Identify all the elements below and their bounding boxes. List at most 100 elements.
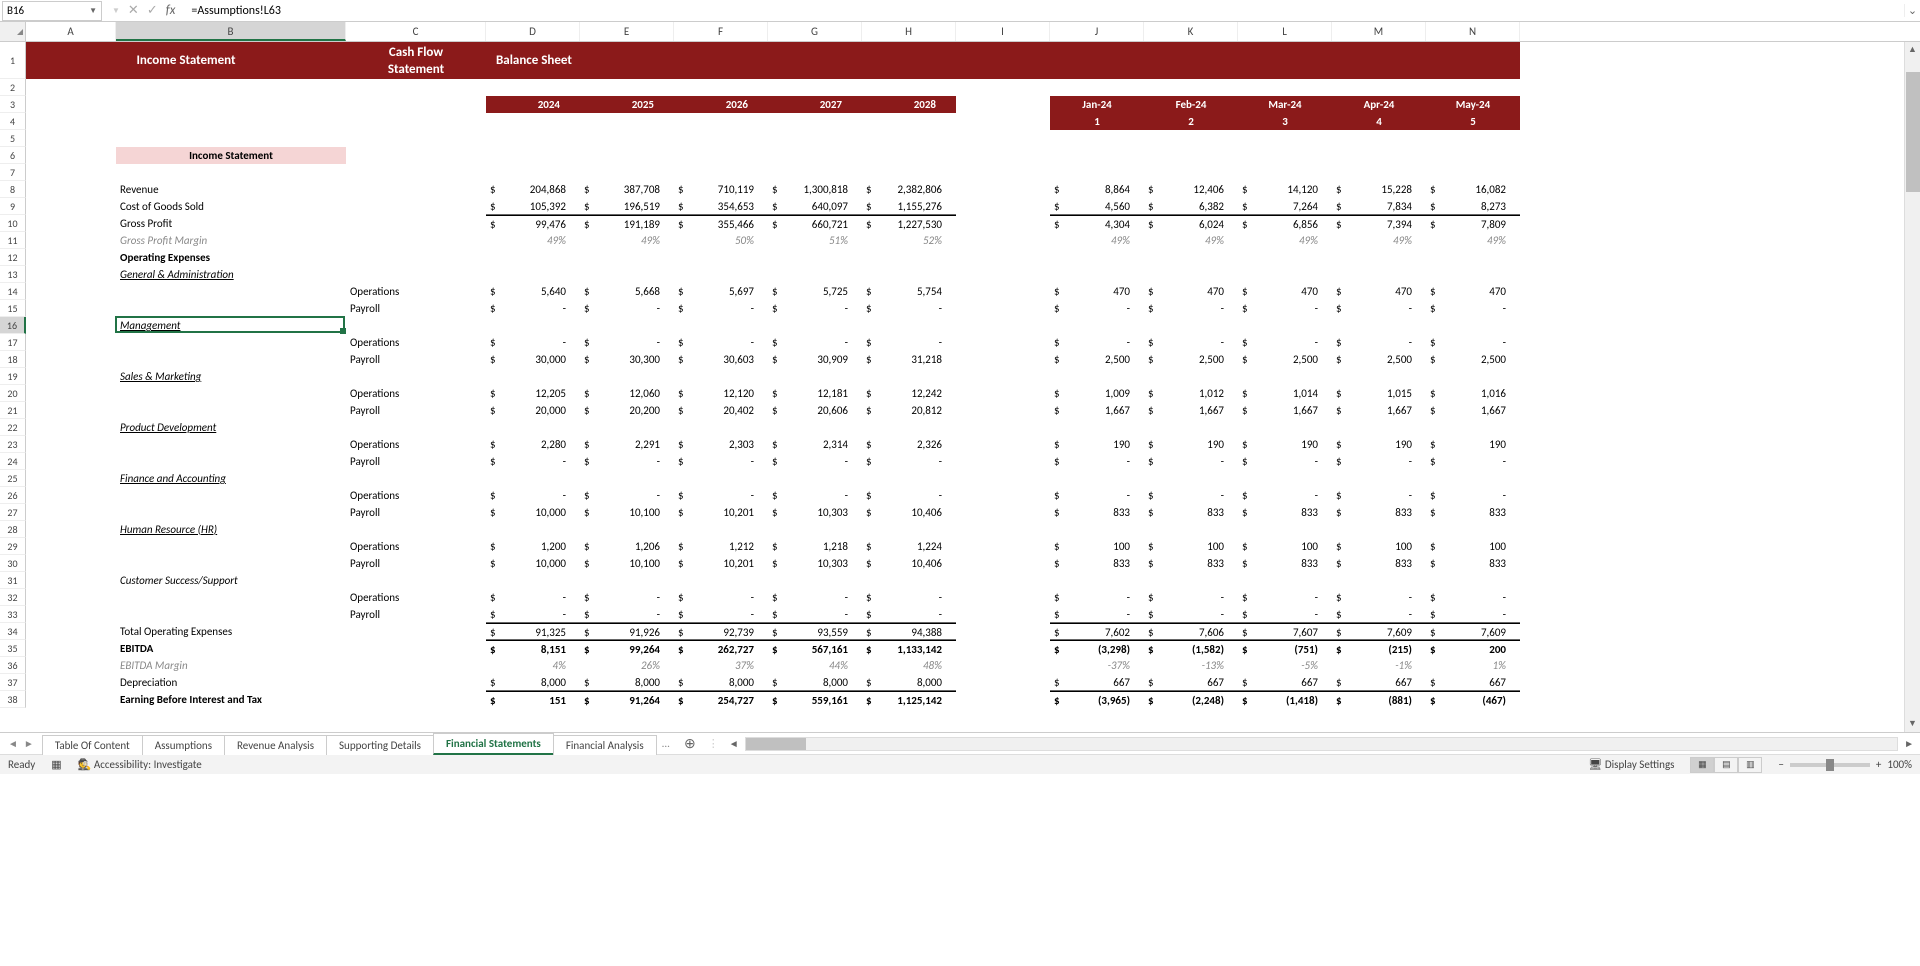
value[interactable]: - bbox=[486, 300, 580, 317]
sheet-nav-next-icon[interactable]: ► bbox=[24, 737, 34, 750]
value[interactable]: - bbox=[1238, 334, 1332, 351]
value[interactable]: - bbox=[1144, 589, 1238, 606]
value[interactable]: 10,100 bbox=[580, 555, 674, 572]
value[interactable]: 8,864 bbox=[1050, 181, 1144, 198]
value[interactable]: 1,015 bbox=[1332, 385, 1426, 402]
value[interactable]: 1,667 bbox=[1426, 402, 1520, 419]
value[interactable]: - bbox=[1238, 589, 1332, 606]
value[interactable]: - bbox=[768, 334, 862, 351]
value[interactable]: - bbox=[580, 606, 674, 623]
value[interactable]: - bbox=[1332, 300, 1426, 317]
hscroll-track[interactable] bbox=[745, 737, 1898, 751]
value[interactable]: 190 bbox=[1238, 436, 1332, 453]
value[interactable]: 20,402 bbox=[674, 402, 768, 419]
value[interactable]: 1,667 bbox=[1050, 402, 1144, 419]
row-header-23[interactable]: 23 bbox=[0, 436, 26, 453]
value[interactable]: - bbox=[1332, 606, 1426, 623]
value[interactable]: - bbox=[580, 589, 674, 606]
value[interactable]: - bbox=[1144, 334, 1238, 351]
value[interactable]: 1,133,142 bbox=[862, 640, 956, 657]
value[interactable]: 8,000 bbox=[768, 674, 862, 691]
value[interactable]: - bbox=[768, 606, 862, 623]
value[interactable]: 1,009 bbox=[1050, 385, 1144, 402]
value[interactable]: 5,697 bbox=[674, 283, 768, 300]
value[interactable]: 49% bbox=[580, 232, 674, 249]
accessibility-status[interactable]: 🕵 Accessibility: Investigate bbox=[78, 758, 202, 771]
row-label[interactable]: Operations bbox=[346, 385, 486, 402]
value[interactable]: 667 bbox=[1426, 674, 1520, 691]
value[interactable]: 667 bbox=[1332, 674, 1426, 691]
value[interactable]: 7,609 bbox=[1332, 623, 1426, 640]
value[interactable]: 833 bbox=[1144, 504, 1238, 521]
row-header-22[interactable]: 22 bbox=[0, 419, 26, 436]
sheet-tab[interactable]: Table Of Content bbox=[42, 735, 143, 755]
row-header-37[interactable]: 37 bbox=[0, 674, 26, 691]
value[interactable]: 100 bbox=[1238, 538, 1332, 555]
value[interactable]: 37% bbox=[674, 657, 768, 674]
value[interactable]: (3,298) bbox=[1050, 640, 1144, 657]
value[interactable]: - bbox=[486, 487, 580, 504]
value[interactable]: - bbox=[768, 453, 862, 470]
col-header-A[interactable]: A bbox=[26, 22, 116, 41]
value[interactable]: 10,303 bbox=[768, 555, 862, 572]
value[interactable]: - bbox=[1050, 606, 1144, 623]
value[interactable]: - bbox=[674, 487, 768, 504]
row-header-15[interactable]: 15 bbox=[0, 300, 26, 317]
row-label[interactable]: Operations bbox=[346, 334, 486, 351]
enter-icon[interactable]: ✓ bbox=[147, 3, 158, 18]
value[interactable]: (2,248) bbox=[1144, 691, 1238, 708]
value[interactable]: - bbox=[862, 453, 956, 470]
row-header-25[interactable]: 25 bbox=[0, 470, 26, 487]
value[interactable]: 105,392 bbox=[486, 198, 580, 215]
value[interactable]: 190 bbox=[1332, 436, 1426, 453]
value[interactable]: - bbox=[1050, 487, 1144, 504]
value[interactable]: 204,868 bbox=[486, 181, 580, 198]
value[interactable]: (751) bbox=[1238, 640, 1332, 657]
row-header-8[interactable]: 8 bbox=[0, 181, 26, 198]
value[interactable]: (1,582) bbox=[1144, 640, 1238, 657]
value[interactable]: 8,000 bbox=[486, 674, 580, 691]
tab-cash-flow-statement[interactable]: Cash FlowStatement bbox=[346, 42, 486, 79]
value[interactable]: - bbox=[1426, 453, 1520, 470]
year-header[interactable]: 2026 bbox=[674, 96, 768, 113]
display-settings[interactable]: 🖥 Display Settings bbox=[1588, 758, 1674, 771]
tab-income-statement[interactable]: Income Statement bbox=[26, 42, 346, 79]
row-label[interactable]: Gross Profit Margin bbox=[116, 232, 346, 249]
value[interactable]: - bbox=[580, 300, 674, 317]
value[interactable]: 710,119 bbox=[674, 181, 768, 198]
value[interactable]: 833 bbox=[1050, 504, 1144, 521]
col-header-D[interactable]: D bbox=[486, 22, 580, 41]
value[interactable]: 10,406 bbox=[862, 504, 956, 521]
value[interactable]: 559,161 bbox=[768, 691, 862, 708]
row-header-2[interactable]: 2 bbox=[0, 79, 26, 96]
cells-area[interactable]: Income StatementCash FlowStatementBalanc… bbox=[26, 42, 1920, 732]
row-header-27[interactable]: 27 bbox=[0, 504, 26, 521]
value[interactable]: 7,609 bbox=[1426, 623, 1520, 640]
row-label[interactable]: Payroll bbox=[346, 402, 486, 419]
value[interactable]: 191,189 bbox=[580, 215, 674, 232]
value[interactable]: - bbox=[862, 487, 956, 504]
value[interactable]: - bbox=[1050, 300, 1144, 317]
sheet-tab[interactable]: Revenue Analysis bbox=[224, 735, 327, 755]
value[interactable]: 14,120 bbox=[1238, 181, 1332, 198]
value[interactable]: 1,016 bbox=[1426, 385, 1520, 402]
value[interactable]: - bbox=[580, 487, 674, 504]
value[interactable]: 1,212 bbox=[674, 538, 768, 555]
value[interactable]: 16,082 bbox=[1426, 181, 1520, 198]
value[interactable]: - bbox=[486, 606, 580, 623]
fx-icon[interactable]: fx bbox=[166, 3, 176, 18]
value[interactable]: - bbox=[674, 453, 768, 470]
value[interactable]: 2,500 bbox=[1426, 351, 1520, 368]
value[interactable]: - bbox=[1426, 487, 1520, 504]
value[interactable]: 91,325 bbox=[486, 623, 580, 640]
month-header[interactable]: May-24 bbox=[1426, 96, 1520, 113]
value[interactable]: - bbox=[1238, 606, 1332, 623]
value[interactable]: - bbox=[674, 334, 768, 351]
value[interactable]: 470 bbox=[1050, 283, 1144, 300]
select-all-corner[interactable] bbox=[0, 22, 26, 41]
col-header-K[interactable]: K bbox=[1144, 22, 1238, 41]
value[interactable]: 8,151 bbox=[486, 640, 580, 657]
value[interactable]: 1,125,142 bbox=[862, 691, 956, 708]
row-label[interactable]: Payroll bbox=[346, 351, 486, 368]
value[interactable]: 387,708 bbox=[580, 181, 674, 198]
